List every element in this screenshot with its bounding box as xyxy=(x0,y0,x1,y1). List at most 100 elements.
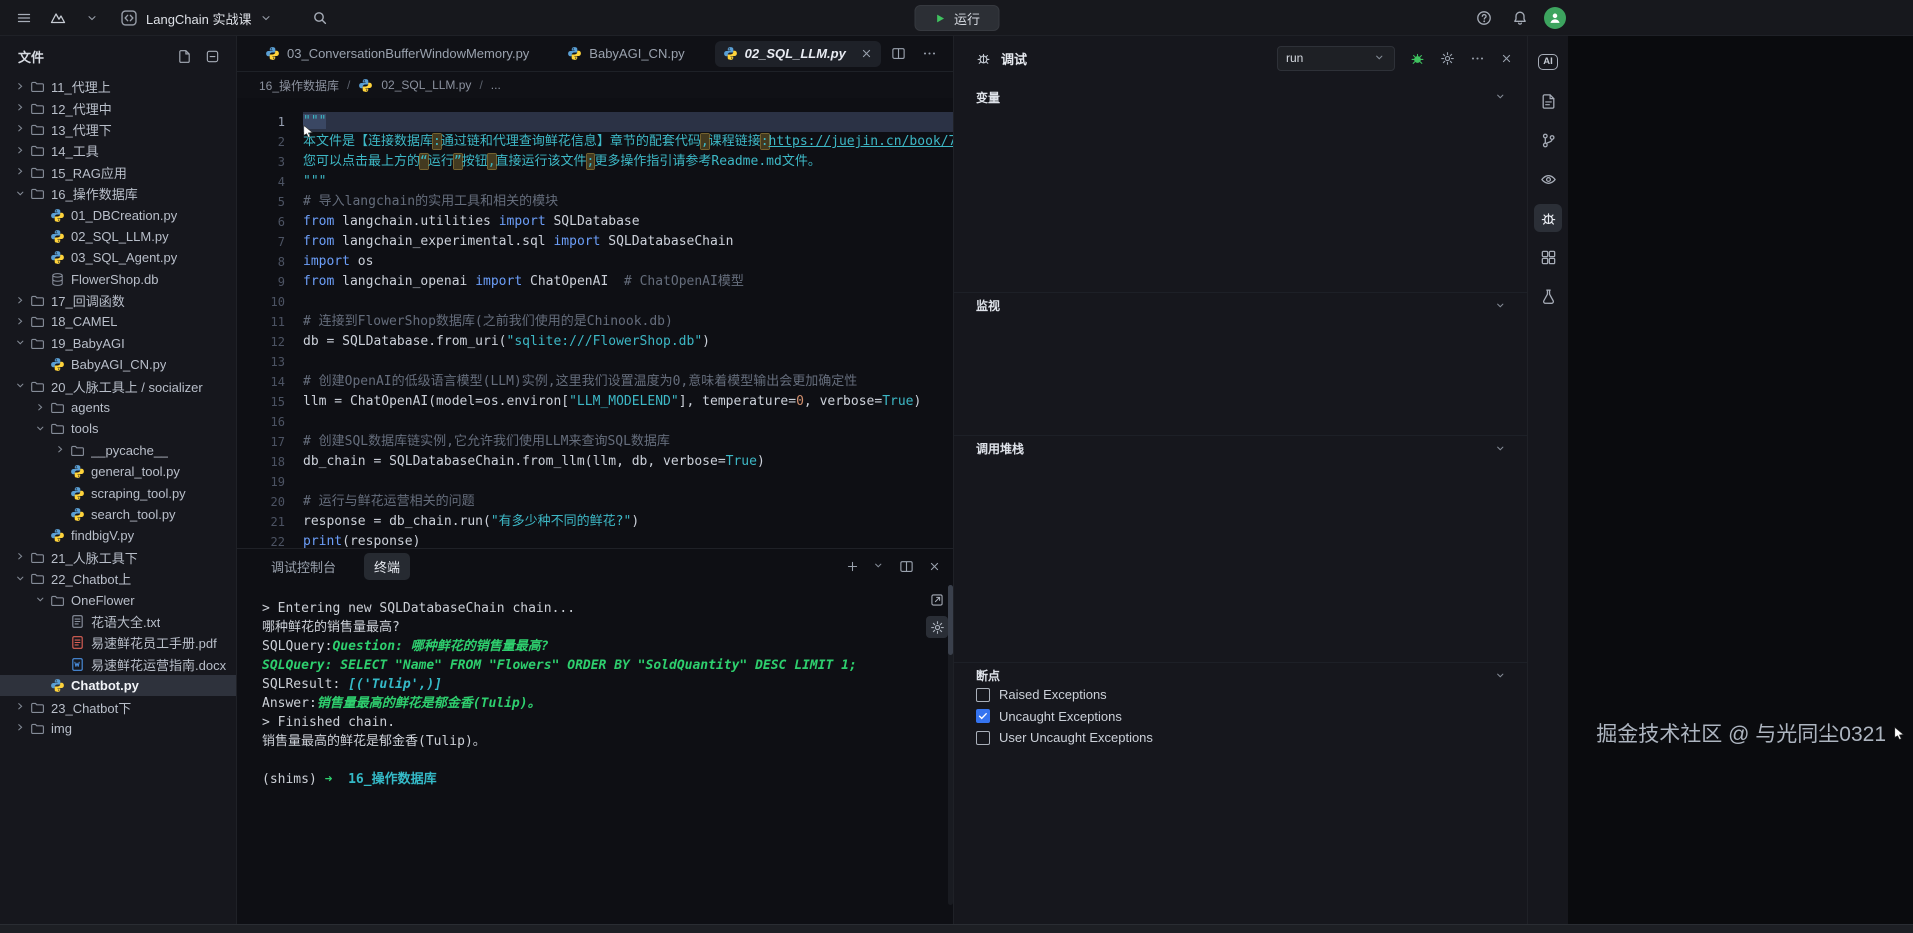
code-line[interactable]: 20# 运行与鲜花运营相关的问题 xyxy=(237,492,953,512)
line-number[interactable]: 15 xyxy=(237,392,303,412)
breadcrumb-folder[interactable]: 16_操作数据库 xyxy=(259,77,339,94)
chevron-right-icon[interactable] xyxy=(12,551,29,563)
editor-tab[interactable]: BabyAGI_CN.py xyxy=(559,41,692,67)
split-panel-icon[interactable] xyxy=(899,559,914,574)
breadcrumb-more[interactable]: ... xyxy=(491,78,501,92)
line-number[interactable]: 11 xyxy=(237,312,303,332)
tab-debug-console[interactable]: 调试控制台 xyxy=(261,553,346,580)
tree-item-file[interactable]: BabyAGI_CN.py xyxy=(0,354,236,375)
editor-tab[interactable]: 03_ConversationBufferWindowMemory.py xyxy=(257,41,537,67)
line-number[interactable]: 19 xyxy=(237,472,303,492)
chevron-down-icon[interactable] xyxy=(12,573,29,585)
code-line[interactable]: 14# 创建OpenAI的低级语言模型(LLM)实例,这里我们设置温度为0,意味… xyxy=(237,372,953,392)
split-editor-icon[interactable] xyxy=(891,46,906,61)
line-number[interactable]: 9 xyxy=(237,272,303,292)
hamburger-menu-icon[interactable] xyxy=(12,6,36,30)
debug-section-call-stack[interactable]: 调用堆栈 xyxy=(954,435,1527,461)
file-search-icon[interactable] xyxy=(1534,87,1562,115)
chevron-right-icon[interactable] xyxy=(12,295,29,307)
extensions-icon[interactable] xyxy=(1534,243,1562,271)
tree-item-file[interactable]: 易速鲜花运营指南.docx xyxy=(0,654,236,675)
line-number[interactable]: 8 xyxy=(237,252,303,272)
chevron-down-icon[interactable] xyxy=(1495,91,1507,103)
code-line[interactable]: 22print(response) xyxy=(237,532,953,548)
tree-item-file[interactable]: 02_SQL_LLM.py xyxy=(0,226,236,247)
chevron-right-icon[interactable] xyxy=(12,145,29,157)
tree-item-file[interactable]: 03_SQL_Agent.py xyxy=(0,247,236,268)
test-flask-icon[interactable] xyxy=(1534,282,1562,310)
tree-item-file[interactable]: findbigV.py xyxy=(0,525,236,546)
collapse-all-icon[interactable] xyxy=(202,46,222,66)
terminal-settings-icon[interactable] xyxy=(926,616,948,638)
code-line[interactable]: 3您可以点击最上方的“运行”按钮,直接运行该文件;更多操作指引请参考Readme… xyxy=(237,152,953,172)
more-actions-icon[interactable] xyxy=(922,46,937,61)
breakpoint-checkbox[interactable] xyxy=(976,731,990,745)
line-number[interactable]: 6 xyxy=(237,212,303,232)
code-line[interactable]: 8import os xyxy=(237,252,953,272)
debug-icon[interactable] xyxy=(1534,204,1562,232)
tree-item-folder[interactable]: img xyxy=(0,718,236,739)
chevron-right-icon[interactable] xyxy=(12,166,29,178)
tree-item-file[interactable]: 花语大全.txt xyxy=(0,611,236,632)
tree-item-file[interactable]: general_tool.py xyxy=(0,461,236,482)
tree-item-folder[interactable]: 22_Chatbot上 xyxy=(0,568,236,589)
code-line[interactable]: 7from langchain_experimental.sql import … xyxy=(237,232,953,252)
line-number[interactable]: 16 xyxy=(237,412,303,432)
tree-item-folder[interactable]: tools xyxy=(0,418,236,439)
chevron-down-icon[interactable] xyxy=(32,423,49,435)
code-editor[interactable]: 1"""2本文件是【连接数据库:通过链和代理查询鲜花信息】章节的配套代码,课程链… xyxy=(237,98,953,548)
code-line[interactable]: 9from langchain_openai import ChatOpenAI… xyxy=(237,272,953,292)
tree-item-folder[interactable]: 11_代理上 xyxy=(0,76,236,97)
code-line[interactable]: 4""" xyxy=(237,172,953,192)
line-number[interactable]: 13 xyxy=(237,352,303,372)
code-line[interactable]: 21response = db_chain.run("有多少种不同的鲜花?") xyxy=(237,512,953,532)
tree-item-folder[interactable]: 15_RAG应用 xyxy=(0,162,236,183)
breakpoint-checkbox[interactable] xyxy=(976,709,990,723)
tree-item-file[interactable]: scraping_tool.py xyxy=(0,482,236,503)
debug-section-watch[interactable]: 监视 xyxy=(954,292,1527,318)
code-line[interactable]: 16 xyxy=(237,412,953,432)
line-number[interactable]: 17 xyxy=(237,432,303,452)
chevron-down-icon[interactable] xyxy=(12,188,29,200)
open-in-editor-icon[interactable] xyxy=(926,589,948,611)
search-icon[interactable] xyxy=(308,6,332,30)
code-line[interactable]: 15llm = ChatOpenAI(model=os.environ["LLM… xyxy=(237,392,953,412)
line-number[interactable]: 12 xyxy=(237,332,303,352)
tree-item-file[interactable]: 01_DBCreation.py xyxy=(0,204,236,225)
tree-item-folder[interactable]: 19_BabyAGI xyxy=(0,333,236,354)
tab-terminal[interactable]: 终端 xyxy=(364,553,410,580)
code-line[interactable]: 10 xyxy=(237,292,953,312)
terminal-output[interactable]: > Entering new SQLDatabaseChain chain...… xyxy=(237,583,925,924)
tree-item-folder[interactable]: 13_代理下 xyxy=(0,119,236,140)
workspace-switcher[interactable]: LangChain 实战课 xyxy=(120,9,272,28)
code-line[interactable]: 19 xyxy=(237,472,953,492)
chevron-right-icon[interactable] xyxy=(12,81,29,93)
code-line[interactable]: 18db_chain = SQLDatabaseChain.from_llm(l… xyxy=(237,452,953,472)
line-number[interactable]: 1 xyxy=(237,112,303,132)
chevron-right-icon[interactable] xyxy=(12,123,29,135)
line-number[interactable]: 4 xyxy=(237,172,303,192)
code-line[interactable]: 2本文件是【连接数据库:通过链和代理查询鲜花信息】章节的配套代码,课程链接:ht… xyxy=(237,132,953,152)
preview-eye-icon[interactable] xyxy=(1534,165,1562,193)
run-button[interactable]: 运行 xyxy=(914,5,999,31)
line-number[interactable]: 10 xyxy=(237,292,303,312)
chevron-down-icon[interactable] xyxy=(1495,300,1507,312)
code-line[interactable]: 5# 导入langchain的实用工具和相关的模块 xyxy=(237,192,953,212)
chevron-right-icon[interactable] xyxy=(12,701,29,713)
user-avatar[interactable] xyxy=(1544,7,1566,29)
chevron-right-icon[interactable] xyxy=(12,722,29,734)
line-number[interactable]: 18 xyxy=(237,452,303,472)
tree-item-folder[interactable]: __pycache__ xyxy=(0,440,236,461)
code-line[interactable]: 17# 创建SQL数据库链实例,它允许我们使用LLM来查询SQL数据库 xyxy=(237,432,953,452)
chevron-down-icon[interactable] xyxy=(1495,443,1507,455)
debug-section-variables[interactable]: 变量 xyxy=(954,84,1527,110)
chevron-right-icon[interactable] xyxy=(32,402,49,414)
line-number[interactable]: 20 xyxy=(237,492,303,512)
editor-tab[interactable]: 02_SQL_LLM.py xyxy=(715,41,881,67)
breadcrumb-file[interactable]: 02_SQL_LLM.py xyxy=(381,78,471,92)
help-icon[interactable] xyxy=(1472,6,1496,30)
tree-item-folder[interactable]: 18_CAMEL xyxy=(0,311,236,332)
line-number[interactable]: 22 xyxy=(237,532,303,548)
code-line[interactable]: 13 xyxy=(237,352,953,372)
chevron-right-icon[interactable] xyxy=(12,102,29,114)
